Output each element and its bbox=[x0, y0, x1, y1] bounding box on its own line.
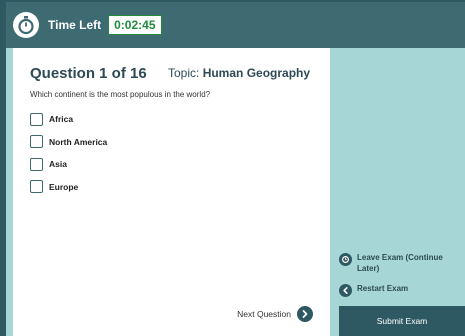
restart-exam-button[interactable]: Restart Exam bbox=[339, 283, 465, 297]
countdown-timer: 0:02:45 bbox=[108, 15, 162, 35]
question-title: Question 1 of 16 bbox=[30, 65, 147, 82]
answer-label: Europe bbox=[49, 181, 79, 192]
answer-label: North America bbox=[49, 136, 108, 147]
answer-label: Africa bbox=[49, 114, 74, 125]
question-panel: Question 1 of 16 Topic: Human Geography … bbox=[13, 48, 330, 336]
answer-option[interactable]: Africa bbox=[30, 108, 107, 131]
leave-exam-label: Leave Exam (Continue Later) bbox=[357, 253, 443, 273]
chevron-right-icon[interactable] bbox=[297, 306, 313, 322]
topic-prefix: Topic: bbox=[168, 66, 203, 80]
answer-label: Asia bbox=[49, 159, 67, 170]
answer-option[interactable]: North America bbox=[30, 131, 107, 154]
exam-actions: Leave Exam (Continue Later) Restart Exam bbox=[339, 252, 465, 297]
submit-exam-button[interactable]: Submit Exam bbox=[339, 306, 465, 336]
answer-checkbox[interactable] bbox=[30, 135, 43, 149]
time-left-label: Time Left bbox=[48, 18, 102, 32]
restart-exam-label: Restart Exam bbox=[357, 284, 409, 293]
question-prompt: Which continent is the most populous in … bbox=[30, 90, 211, 99]
stopwatch-icon bbox=[13, 12, 39, 38]
leave-exam-button[interactable]: Leave Exam (Continue Later) bbox=[339, 252, 465, 274]
pause-clock-icon bbox=[339, 253, 352, 266]
question-topic: Topic: Human Geography bbox=[168, 66, 310, 80]
chevron-left-icon bbox=[339, 284, 352, 297]
next-question-button[interactable]: Next Question bbox=[237, 306, 313, 322]
answer-option[interactable]: Asia bbox=[30, 153, 107, 176]
topic-name: Human Geography bbox=[202, 66, 311, 80]
answer-options: Africa North America Asia Europe bbox=[30, 108, 107, 198]
answer-checkbox[interactable] bbox=[30, 180, 43, 194]
answer-checkbox[interactable] bbox=[30, 112, 43, 126]
exam-header: Time Left 0:02:45 bbox=[6, 2, 465, 48]
answer-checkbox[interactable] bbox=[30, 157, 43, 171]
next-question-label: Next Question bbox=[237, 309, 291, 319]
answer-option[interactable]: Europe bbox=[30, 176, 107, 199]
